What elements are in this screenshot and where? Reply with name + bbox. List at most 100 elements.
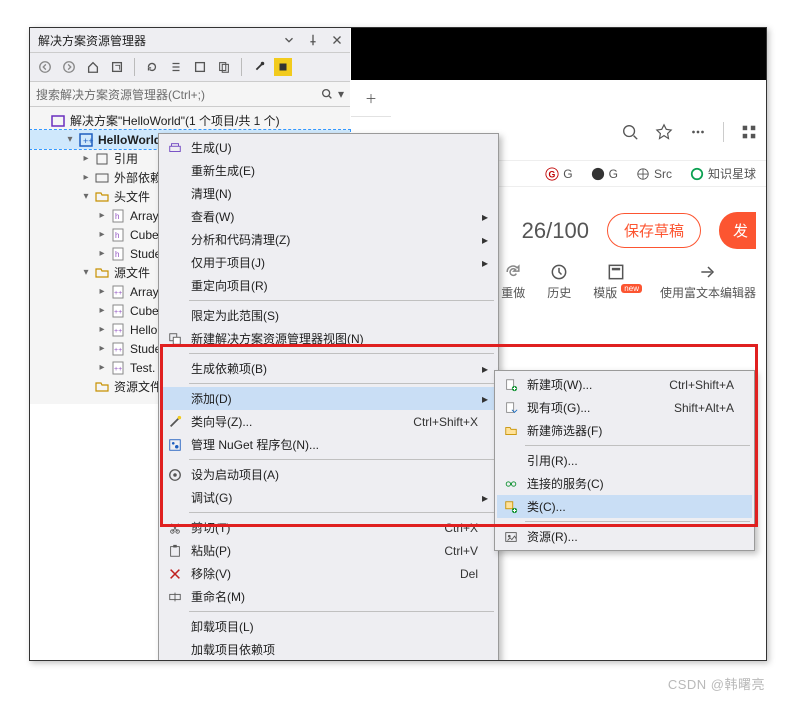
pin-icon[interactable] (304, 31, 322, 49)
menu-item[interactable]: 仅用于项目(J)▸ (161, 251, 496, 274)
search-box[interactable]: 搜索解决方案资源管理器(Ctrl+;) ▾ (30, 82, 350, 107)
menu-separator (525, 521, 750, 522)
menu-item-label: 现有项(G)... (523, 399, 650, 416)
sync-icon[interactable] (108, 58, 126, 76)
menu-item[interactable]: 设为启动项目(A) (161, 463, 496, 486)
panel-title: 解决方案资源管理器 (38, 32, 146, 49)
star-icon[interactable] (655, 123, 673, 141)
template-tool[interactable]: 模版new (593, 262, 638, 301)
existing-item-icon (499, 399, 523, 417)
context-menu[interactable]: 生成(U)重新生成(E)清理(N)查看(W)▸分析和代码清理(Z)▸仅用于项目(… (158, 133, 499, 661)
svg-text:h: h (115, 250, 119, 259)
svg-text:++: ++ (114, 290, 122, 297)
properties-icon[interactable] (250, 58, 268, 76)
menu-shortcut: Ctrl+V (420, 544, 478, 558)
svg-text:++: ++ (83, 136, 94, 146)
blank-icon (163, 360, 187, 378)
blank-icon (163, 277, 187, 295)
panel-dropdown-icon[interactable] (280, 31, 298, 49)
external-deps-icon (94, 170, 110, 186)
menu-item[interactable]: 连接的服务(C) (497, 472, 752, 495)
menu-shortcut: Ctrl+Shift+X (389, 415, 478, 429)
menu-item-label: 加载项目依赖项 (187, 641, 478, 658)
menu-item[interactable]: 新建解决方案资源管理器视图(N) (161, 327, 496, 350)
close-icon[interactable] (328, 31, 346, 49)
refresh-icon[interactable] (143, 58, 161, 76)
menu-item[interactable]: 生成依赖项(B)▸ (161, 357, 496, 380)
bookmark-item[interactable]: Src (636, 167, 672, 181)
nuget-icon (163, 436, 187, 454)
blank-icon (163, 162, 187, 180)
rich-text-tool[interactable]: 使用富文本编辑器 (660, 262, 756, 301)
menu-item-label: 卸载项目(L) (187, 618, 478, 635)
search-icon[interactable] (320, 87, 334, 101)
home-icon[interactable] (84, 58, 102, 76)
new-view-icon (163, 330, 187, 348)
menu-item[interactable]: 资源(R)... (497, 525, 752, 548)
menu-item[interactable]: 查看(W)▸ (161, 205, 496, 228)
bookmark-item[interactable]: 知识星球 (690, 165, 756, 182)
filter-icon (499, 422, 523, 440)
forward-icon[interactable] (60, 58, 78, 76)
bookmark-item[interactable]: G (591, 167, 618, 181)
menu-item-label: 引用(R)... (523, 452, 734, 469)
publish-button[interactable]: 发 (719, 212, 756, 249)
menu-shortcut: Shift+Alt+A (650, 401, 734, 415)
panel-toolbar (30, 52, 350, 82)
search-icon[interactable] (621, 123, 639, 141)
add-submenu[interactable]: 新建项(W)...Ctrl+Shift+A现有项(G)...Shift+Alt+… (494, 370, 755, 551)
blank-icon (163, 489, 187, 507)
new-tab-button[interactable]: ＋ (351, 80, 391, 117)
header-file-icon: h (110, 227, 126, 243)
menu-shortcut: Ctrl+X (420, 521, 478, 535)
cpp-file-icon: ++ (110, 284, 126, 300)
menu-item[interactable]: 引用(R)... (497, 449, 752, 472)
menu-item[interactable]: 限定为此范围(S) (161, 304, 496, 327)
menu-item[interactable]: 调试(G)▸ (161, 486, 496, 509)
more-icon[interactable] (689, 123, 707, 141)
menu-item[interactable]: 剪切(T)Ctrl+X (161, 516, 496, 539)
preview-icon[interactable] (274, 58, 292, 76)
copy-icon[interactable] (215, 58, 233, 76)
menu-item[interactable]: 加载项目依赖项 (161, 638, 496, 661)
menu-item[interactable]: 管理 NuGet 程序包(N)... (161, 433, 496, 456)
blank-icon (163, 618, 187, 636)
menu-item[interactable]: 现有项(G)...Shift+Alt+A (497, 396, 752, 419)
app-grid-icon[interactable] (740, 123, 758, 141)
blank-icon (163, 254, 187, 272)
menu-item[interactable]: 类向导(Z)...Ctrl+Shift+X (161, 410, 496, 433)
menu-item[interactable]: 生成(U) (161, 136, 496, 159)
menu-item[interactable]: 新建项(W)...Ctrl+Shift+A (497, 373, 752, 396)
blank-icon (163, 185, 187, 203)
redo-tool[interactable]: 重做 (501, 262, 525, 301)
menu-item[interactable]: 重命名(M) (161, 585, 496, 608)
save-draft-button[interactable]: 保存草稿 (607, 213, 701, 248)
menu-item-label: 移除(V) (187, 565, 436, 582)
menu-item[interactable]: 重新生成(E) (161, 159, 496, 182)
menu-item[interactable]: 类(C)... (497, 495, 752, 518)
menu-item-label: 新建解决方案资源管理器视图(N) (187, 330, 478, 347)
bookmark-item[interactable]: GG (545, 167, 572, 181)
menu-shortcut: Del (436, 567, 478, 581)
show-all-icon[interactable] (191, 58, 209, 76)
menu-item[interactable]: 卸载项目(L) (161, 615, 496, 638)
menu-item[interactable]: 分析和代码清理(Z)▸ (161, 228, 496, 251)
history-tool[interactable]: 历史 (547, 262, 571, 301)
menu-item[interactable]: 添加(D)▸ (161, 387, 496, 410)
project-icon: ++ (78, 132, 94, 148)
editor-tools: 重做 历史 模版new 使用富文本编辑器 (491, 254, 766, 309)
menu-item[interactable]: 重定向项目(R) (161, 274, 496, 297)
cpp-file-icon: ++ (110, 341, 126, 357)
solution-node[interactable]: 解决方案"HelloWorld"(1 个项目/共 1 个) (30, 111, 350, 130)
back-icon[interactable] (36, 58, 54, 76)
collapse-icon[interactable] (167, 58, 185, 76)
submenu-arrow-icon: ▸ (478, 491, 488, 505)
menu-item[interactable]: 粘贴(P)Ctrl+V (161, 539, 496, 562)
menu-item[interactable]: 清理(N) (161, 182, 496, 205)
menu-item-label: 重定向项目(R) (187, 277, 478, 294)
svg-text:++: ++ (114, 309, 122, 316)
menu-item[interactable]: 新建筛选器(F) (497, 419, 752, 442)
wizard-icon (163, 413, 187, 431)
menu-item[interactable]: 移除(V)Del (161, 562, 496, 585)
menu-separator (189, 383, 494, 384)
